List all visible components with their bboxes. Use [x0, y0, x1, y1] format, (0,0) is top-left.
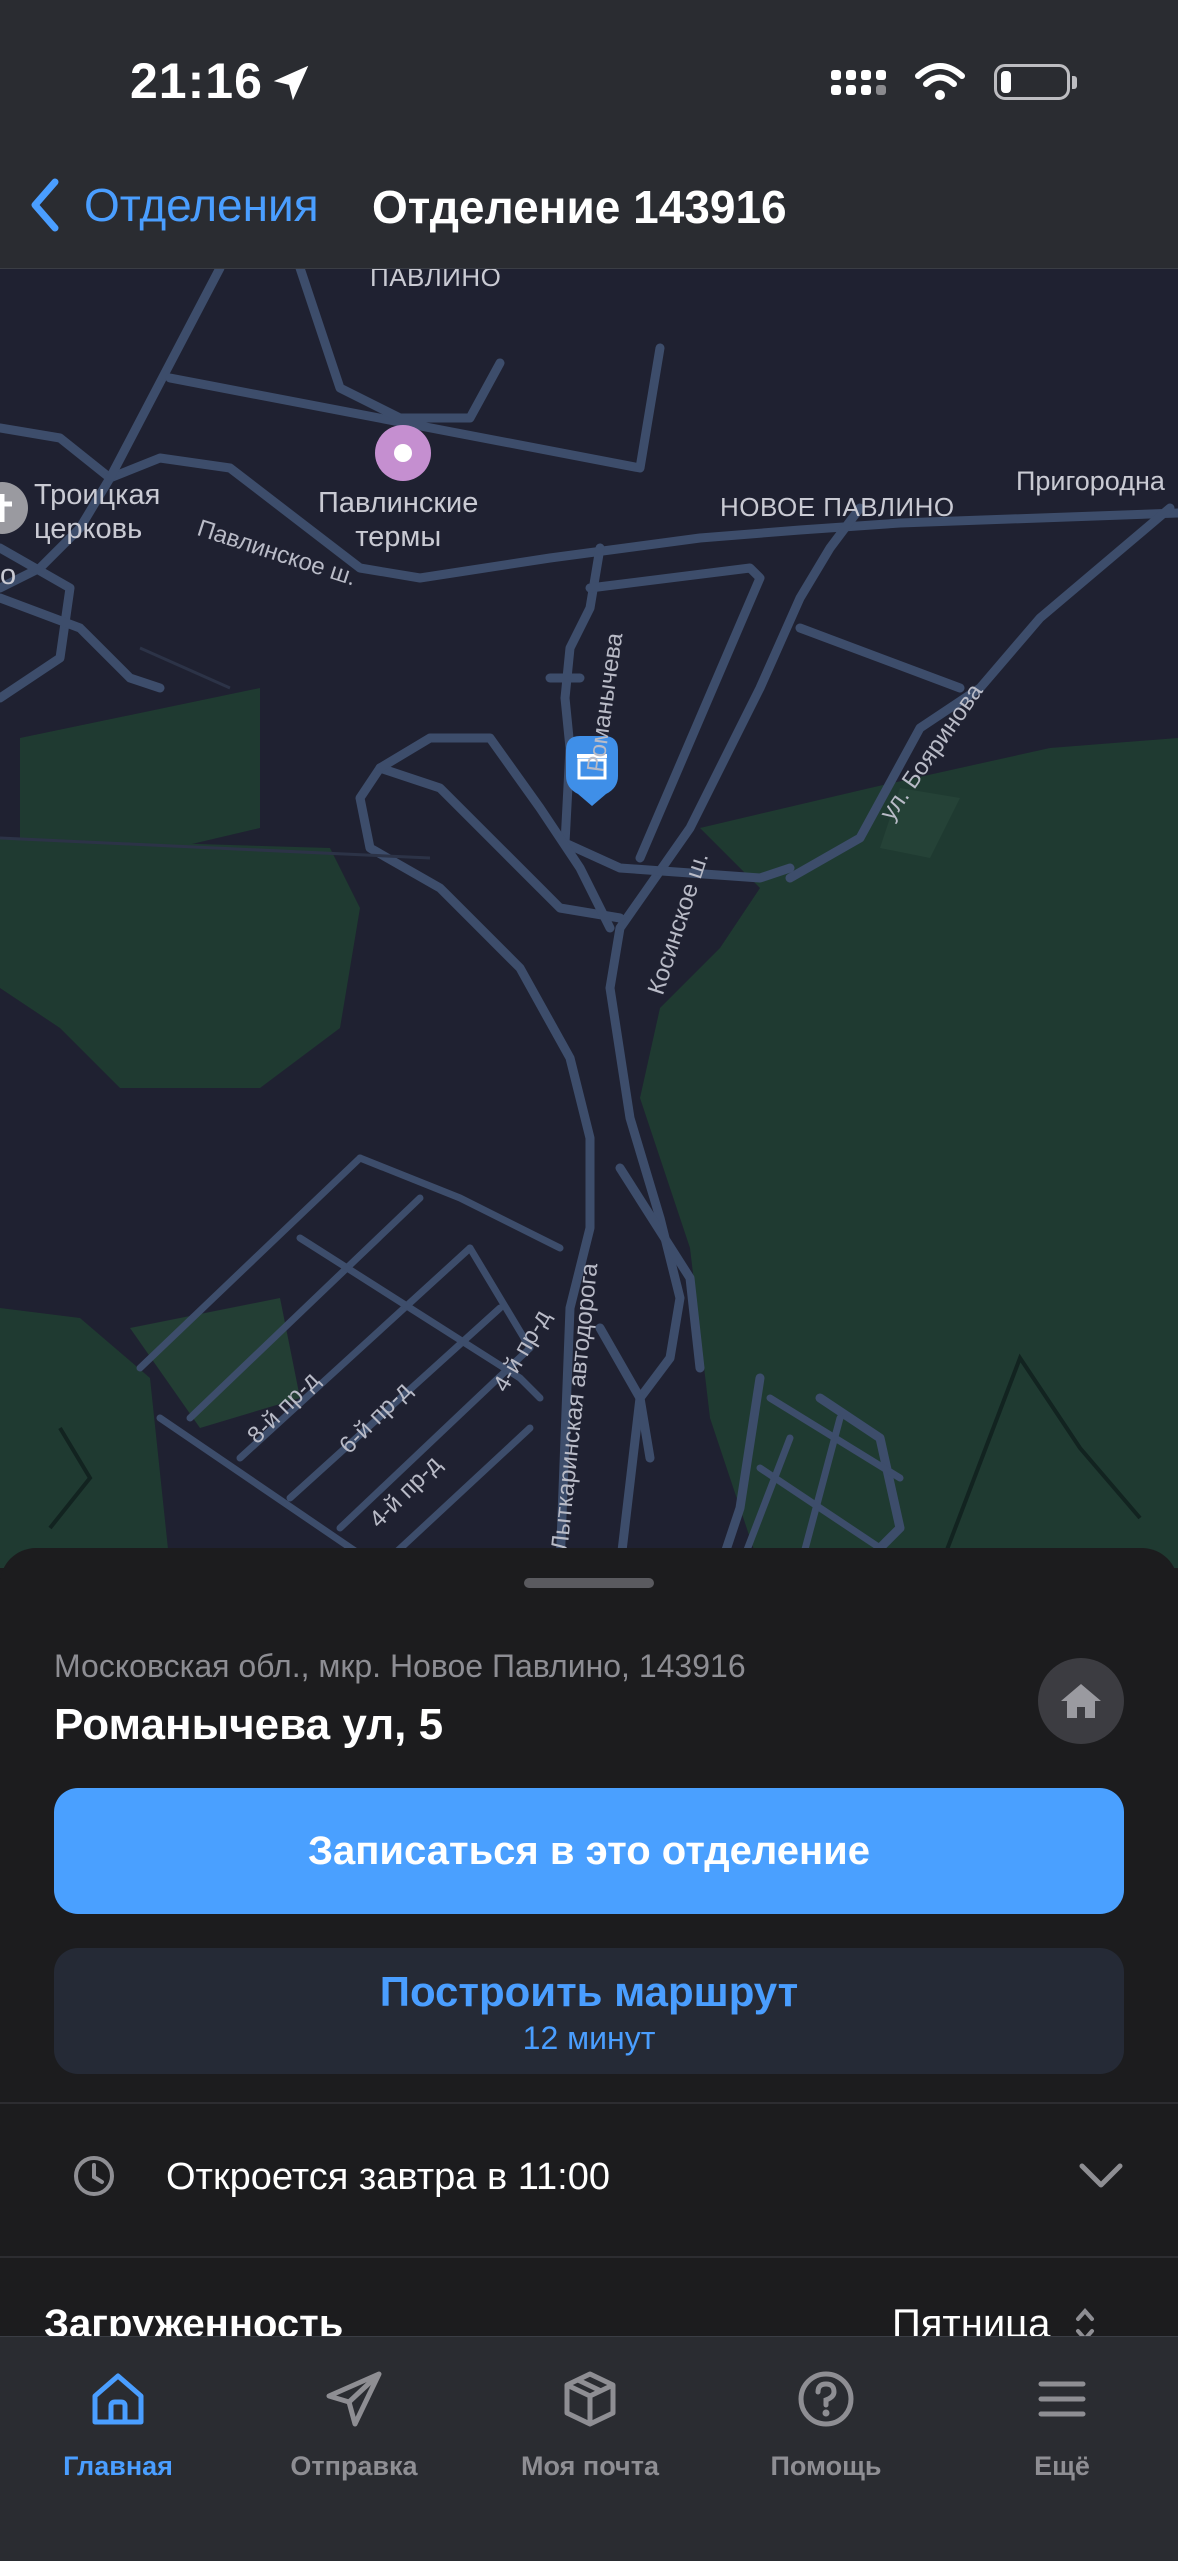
map-label-pavlinskie-termy[interactable]: Павлинские термы: [318, 486, 478, 554]
status-time: 21:16: [130, 53, 263, 109]
divider: [0, 2256, 1178, 2258]
top-bar: 21:16 Отделения Отделение 143916: [0, 0, 1178, 269]
location-arrow-icon: [273, 65, 309, 101]
wifi-icon: [915, 63, 965, 100]
map-label-prigorodnaya: Пригородна: [1016, 466, 1165, 496]
tab-label: Отправка: [290, 2451, 418, 2481]
home-icon: [92, 2373, 144, 2425]
tab-home[interactable]: Главная: [0, 2359, 236, 2482]
sheet-grabber[interactable]: [524, 1578, 654, 1588]
home-icon: [1061, 1684, 1101, 1718]
set-home-office-button[interactable]: [1038, 1658, 1124, 1744]
map-label-left-edge: о: [0, 559, 17, 591]
clock-icon: [74, 2156, 114, 2196]
signup-office-button[interactable]: Записаться в это отделение: [54, 1788, 1124, 1914]
address-title: Романычева ул, 5: [54, 1700, 444, 1749]
status-indicators: [831, 62, 1077, 102]
working-hours-row[interactable]: Откроется завтра в 11:00: [0, 2104, 1178, 2254]
tab-label: Главная: [63, 2451, 173, 2481]
route-label: Построить маршрут: [379, 1968, 799, 2015]
office-details-sheet: Московская обл., мкр. Новое Павлино, 143…: [0, 1548, 1178, 2448]
box-icon: [564, 2371, 616, 2427]
route-time: 12 минут: [522, 2020, 656, 2056]
tab-label: Помощь: [770, 2451, 882, 2481]
tab-bar: Главная Отправка Моя почта Помощь Ещё: [0, 2336, 1178, 2561]
build-route-button[interactable]: Построить маршрут 12 минут: [54, 1948, 1124, 2074]
map-label-novoe-pavlino: НОВОЕ ПАВЛИНО: [720, 492, 955, 522]
chevron-left-icon: [31, 178, 59, 232]
back-label: Отделения: [84, 179, 319, 231]
send-icon: [326, 2371, 382, 2427]
tab-my-mail[interactable]: Моя почта: [472, 2359, 708, 2482]
map-view[interactable]: ПАВЛИНО Павлинские термы Троицкая церков…: [0, 268, 1178, 1568]
tab-send[interactable]: Отправка: [236, 2359, 472, 2482]
menu-icon: [1038, 2381, 1086, 2417]
map-label-troitskaya-church[interactable]: Троицкая церковь: [34, 478, 160, 546]
help-icon: [798, 2371, 854, 2427]
back-button[interactable]: Отделения: [30, 178, 319, 232]
cellular-signal-icon: [831, 69, 886, 95]
tab-label: Моя почта: [521, 2451, 659, 2481]
page-title: Отделение 143916: [372, 181, 787, 233]
address-subtitle: Московская обл., мкр. Новое Павлино, 143…: [54, 1648, 746, 1684]
battery-icon: [994, 64, 1077, 100]
map-label-pavlino: ПАВЛИНО: [370, 268, 502, 292]
hours-text: Откроется завтра в 11:00: [166, 2156, 610, 2198]
tab-help[interactable]: Помощь: [708, 2359, 944, 2482]
tab-label: Ещё: [1034, 2451, 1090, 2481]
tab-more[interactable]: Ещё: [944, 2359, 1178, 2482]
chevron-down-icon: [1079, 2163, 1123, 2188]
